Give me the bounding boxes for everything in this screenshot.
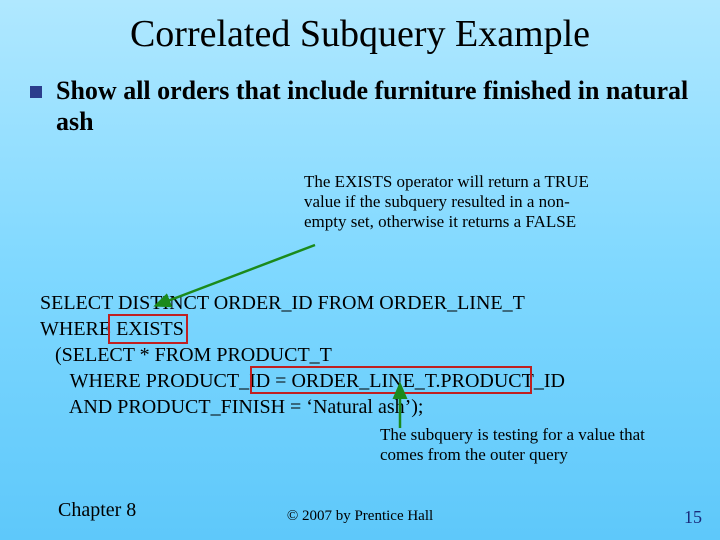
bullet-icon <box>30 86 42 98</box>
sql-line-1: SELECT DISTINCT ORDER_ID FROM ORDER_LINE… <box>40 292 525 314</box>
bullet-text: Show all orders that include furniture f… <box>56 76 690 137</box>
footer-page-number: 15 <box>684 507 702 528</box>
sql-line-3: (SELECT * FROM PRODUCT_T <box>40 344 332 366</box>
bullet-row: Show all orders that include furniture f… <box>30 76 690 137</box>
sql-block: SELECT DISTINCT ORDER_ID FROM ORDER_LINE… <box>40 290 565 420</box>
slide-title: Correlated Subquery Example <box>0 0 720 56</box>
footer-copyright: © 2007 by Prentice Hall <box>0 508 720 525</box>
callout-exists: The EXISTS operator will return a TRUE v… <box>304 172 604 232</box>
callout-correlation: The subquery is testing for a value that… <box>380 425 680 466</box>
sql-line-4: WHERE PRODUCT_ID = ORDER_LINE_T.PRODUCT_… <box>40 370 565 392</box>
sql-line-5: AND PRODUCT_FINISH = ‘Natural ash’); <box>40 396 423 418</box>
slide: Correlated Subquery Example Show all ord… <box>0 0 720 540</box>
sql-line-2: WHERE EXISTS <box>40 318 184 340</box>
